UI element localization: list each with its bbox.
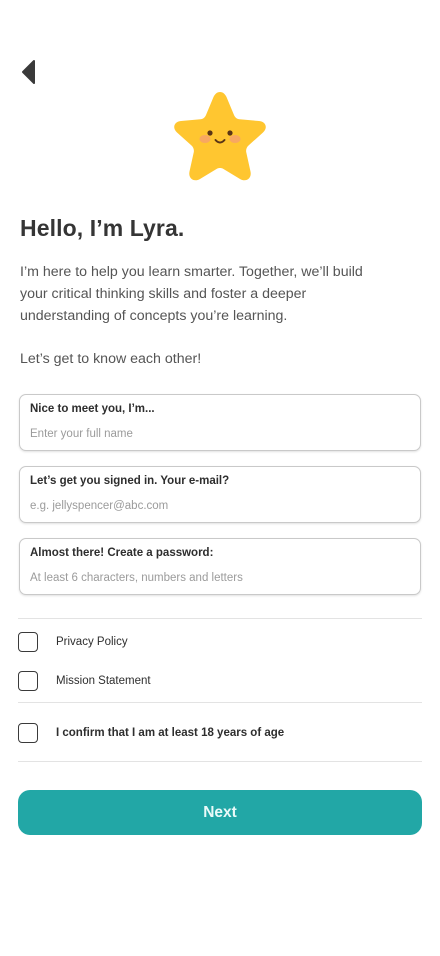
name-field-label: Nice to meet you, I’m... bbox=[30, 403, 155, 415]
email-field-label: Let’s get you signed in. Your e-mail? bbox=[30, 475, 230, 487]
star-mascot-icon bbox=[174, 92, 266, 181]
name-input[interactable] bbox=[30, 425, 410, 443]
password-field[interactable]: Almost there! Create a password: bbox=[19, 538, 421, 595]
greeting-title: Hello, I’m Lyra. bbox=[20, 215, 185, 241]
intro-description: I’m here to help you learn smarter. Toge… bbox=[20, 264, 363, 324]
mission-statement-row[interactable]: Mission Statement bbox=[18, 671, 151, 691]
password-input[interactable] bbox=[30, 569, 410, 587]
email-input[interactable] bbox=[30, 497, 410, 515]
name-field[interactable]: Nice to meet you, I’m... bbox=[19, 394, 421, 451]
privacy-policy-label[interactable]: Privacy Policy bbox=[56, 636, 128, 648]
back-button[interactable] bbox=[14, 58, 42, 86]
right-eye bbox=[227, 130, 233, 136]
left-cheek bbox=[199, 135, 211, 143]
back-arrow-icon bbox=[22, 60, 35, 84]
email-field[interactable]: Let’s get you signed in. Your e-mail? bbox=[19, 466, 421, 523]
next-button[interactable]: Next bbox=[18, 790, 422, 835]
divider bbox=[18, 702, 422, 703]
mission-statement-checkbox[interactable] bbox=[18, 671, 38, 691]
mission-statement-label[interactable]: Mission Statement bbox=[56, 675, 151, 687]
password-field-label: Almost there! Create a password: bbox=[30, 547, 214, 559]
signup-screen: Hello, I’m Lyra. I’m here to help you le… bbox=[0, 0, 440, 956]
age-confirm-row[interactable]: I confirm that I am at least 18 years of… bbox=[18, 723, 284, 743]
divider bbox=[18, 761, 422, 762]
age-confirm-checkbox[interactable] bbox=[18, 723, 38, 743]
privacy-policy-row[interactable]: Privacy Policy bbox=[18, 632, 128, 652]
right-cheek bbox=[229, 135, 241, 143]
left-eye bbox=[207, 130, 213, 136]
age-confirm-label: I confirm that I am at least 18 years of… bbox=[56, 727, 285, 739]
intro-prompt: Let’s get to know each other! bbox=[20, 351, 202, 367]
privacy-policy-checkbox[interactable] bbox=[18, 632, 38, 652]
divider bbox=[18, 618, 422, 619]
